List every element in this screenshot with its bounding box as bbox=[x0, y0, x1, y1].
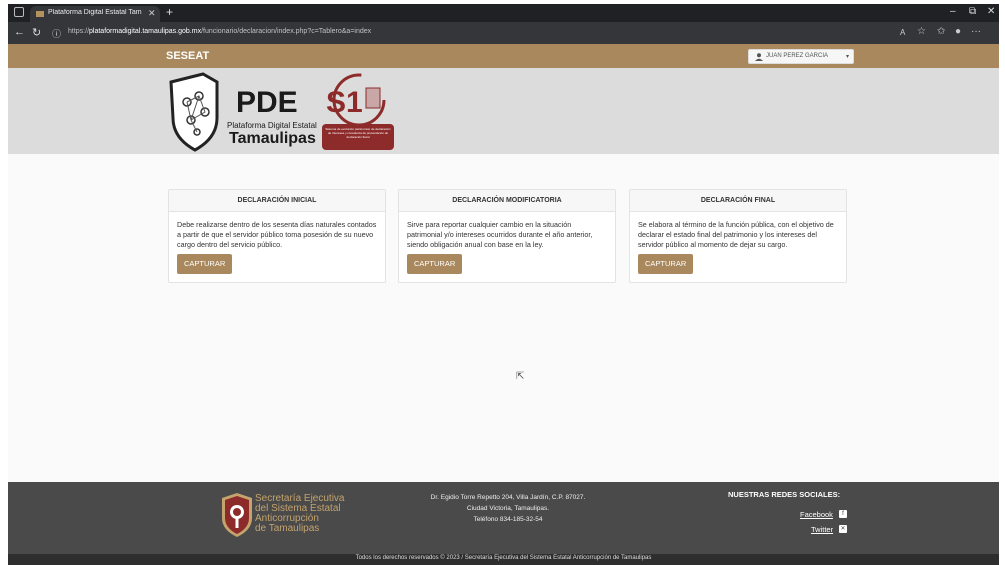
logo-subtitle: Plataforma Digital Estatal bbox=[227, 121, 317, 130]
card-text: Debe realizarse dentro de los sesenta dí… bbox=[177, 220, 377, 249]
main-content: DECLARACIÓN INICIAL Debe realizarse dent… bbox=[8, 154, 999, 482]
twitter-icon[interactable]: ✕ bbox=[839, 525, 847, 533]
user-menu-button[interactable]: JUAN PEREZ GARCIA ▾ bbox=[748, 49, 854, 64]
logo-title: PDE bbox=[236, 86, 298, 119]
facebook-icon[interactable]: f bbox=[839, 510, 847, 518]
chevron-down-icon: ▾ bbox=[846, 54, 850, 60]
card-declaracion-inicial: DECLARACIÓN INICIAL Debe realizarse dent… bbox=[168, 189, 386, 283]
browser-addressbar: ← ↻ ⓘ https://plataformadigital.tamaulip… bbox=[8, 22, 999, 44]
favorites-icon[interactable]: ✩ bbox=[937, 26, 945, 37]
facebook-link[interactable]: Facebook bbox=[800, 510, 833, 519]
mouse-cursor-icon: ⇱ bbox=[516, 371, 525, 382]
card-declaracion-final: DECLARACIÓN FINAL Se elabora al término … bbox=[629, 189, 847, 283]
tab-close-icon[interactable]: ✕ bbox=[148, 8, 156, 18]
site-info-icon[interactable]: ⓘ bbox=[52, 27, 61, 40]
capturar-button[interactable]: CAPTURAR bbox=[407, 254, 463, 274]
window-menu-icon[interactable] bbox=[14, 7, 24, 17]
card-declaracion-modificatoria: DECLARACIÓN MODIFICATORIA Sirve para rep… bbox=[398, 189, 616, 283]
more-menu-icon[interactable]: ··· bbox=[971, 26, 981, 37]
browser-tabbar: Plataforma Digital Estatal Tamaulipas ✕ … bbox=[8, 4, 999, 22]
restore-icon[interactable]: ⧉ bbox=[969, 6, 976, 17]
read-aloud-icon[interactable]: A bbox=[900, 28, 905, 37]
reload-icon[interactable]: ↻ bbox=[32, 26, 41, 39]
pde-shield-logo bbox=[169, 72, 219, 152]
user-name: JUAN PEREZ GARCIA bbox=[766, 53, 829, 59]
card-text: Sirve para reportar cualquier cambio en … bbox=[407, 220, 593, 249]
s1-caption-box: Sistema de evolución patrimonial, de dec… bbox=[322, 124, 394, 150]
brand-name[interactable]: SESEAT bbox=[166, 50, 209, 62]
site-footer: Secretaría Ejecutiva del Sistema Estatal… bbox=[8, 482, 999, 554]
copyright-bar: Todos los derechos reservados © 2023 / S… bbox=[8, 554, 999, 565]
capturar-button[interactable]: CAPTURAR bbox=[638, 254, 694, 274]
minimize-icon[interactable]: – bbox=[950, 6, 956, 17]
capturar-button[interactable]: CAPTURAR bbox=[177, 254, 233, 274]
seseat-shield-logo bbox=[222, 493, 252, 537]
site-header: PDE Plataforma Digital Estatal Tamaulipa… bbox=[8, 68, 999, 154]
s1-label: S1 bbox=[326, 86, 363, 119]
new-tab-icon[interactable]: + bbox=[166, 5, 173, 19]
logo-state: Tamaulipas bbox=[229, 130, 316, 147]
twitter-link[interactable]: Twitter bbox=[811, 525, 833, 534]
footer-org-name: Secretaría Ejecutiva del Sistema Estatal… bbox=[255, 493, 345, 534]
back-icon[interactable]: ← bbox=[14, 26, 25, 38]
card-title: DECLARACIÓN INICIAL bbox=[169, 190, 385, 212]
site-topbar: SESEAT JUAN PEREZ GARCIA ▾ bbox=[8, 44, 999, 68]
s1-caption: Sistema de evolución patrimonial, de dec… bbox=[325, 127, 391, 139]
url-field[interactable]: https://plataformadigital.tamaulipas.gob… bbox=[68, 28, 371, 35]
copyright-text: Todos los derechos reservados © 2023 / S… bbox=[355, 555, 652, 561]
favicon-icon bbox=[36, 11, 44, 17]
close-window-icon[interactable]: ✕ bbox=[987, 6, 995, 17]
favorite-star-icon[interactable]: ☆ bbox=[917, 26, 926, 37]
page: Plataforma Digital Estatal Tamaulipas ✕ … bbox=[0, 0, 1005, 565]
card-title: DECLARACIÓN FINAL bbox=[630, 190, 846, 212]
browser-tab[interactable]: Plataforma Digital Estatal Tamaulipas ✕ bbox=[30, 6, 160, 22]
card-text: Se elabora al término de la función públ… bbox=[638, 220, 834, 249]
social-title: NUESTRAS REDES SOCIALES: bbox=[728, 490, 841, 499]
footer-address: Dr. Egidio Torre Repetto 204, Villa Jard… bbox=[430, 494, 586, 523]
user-icon bbox=[755, 53, 763, 61]
card-title: DECLARACIÓN MODIFICATORIA bbox=[399, 190, 615, 212]
profile-icon[interactable]: ● bbox=[955, 26, 961, 37]
tab-title: Plataforma Digital Estatal Tamaulipas bbox=[48, 9, 142, 16]
